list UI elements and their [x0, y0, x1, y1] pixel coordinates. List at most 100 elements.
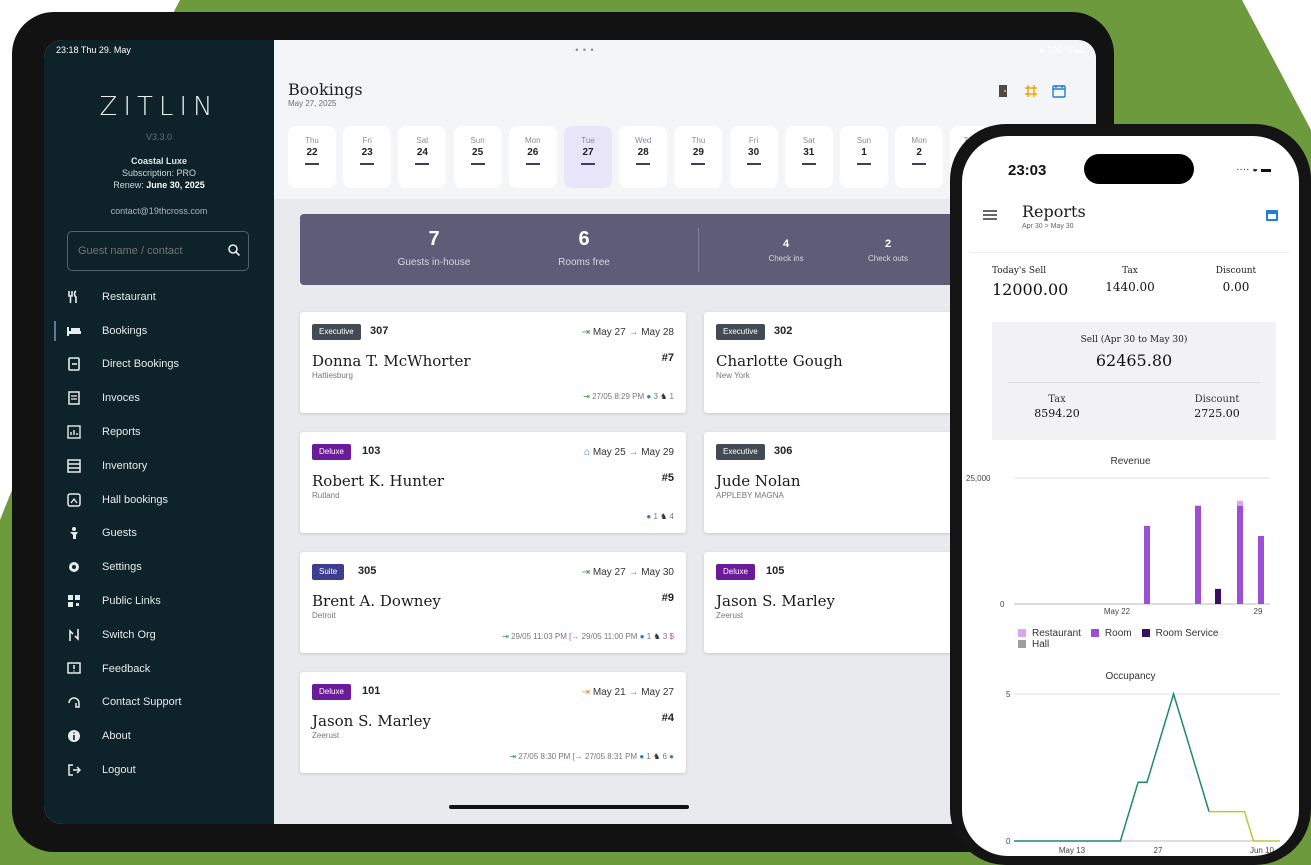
sidebar-item-label: Public Links [102, 595, 161, 608]
sidebar-item-label: Inventory [102, 459, 148, 472]
sidebar-item-public-links[interactable]: Public Links [44, 584, 274, 618]
sidebar-item-invoices[interactable]: Invoces [44, 381, 274, 415]
guests-in-house: 7 Guests in-house [374, 228, 494, 268]
sidebar-item-inventory[interactable]: Inventory [44, 449, 274, 483]
sidebar-item-settings[interactable]: Settings [44, 550, 274, 584]
sidebar-item-restaurant[interactable]: Restaurant [44, 280, 274, 314]
room-number: 105 [766, 565, 785, 577]
guest-name: Donna T. McWhorter [312, 352, 471, 370]
payment-pending-icon: $ [669, 632, 674, 641]
day-cell[interactable]: Tue 27 [564, 126, 612, 188]
day-of-week: Sun [856, 136, 872, 145]
occupancy-bar [415, 163, 430, 165]
child-count: 6 [662, 752, 667, 761]
logout-icon [66, 762, 82, 778]
day-cell[interactable]: Sun 25 [453, 126, 502, 188]
sidebar-item-about[interactable]: About [44, 719, 274, 753]
sidebar-item-reports[interactable]: Reports [44, 415, 274, 449]
sidebar-item-label: Invoces [102, 392, 140, 405]
sidebar-item-bookings[interactable]: Bookings [44, 314, 274, 348]
day-cell[interactable]: Sun 1 [840, 126, 888, 188]
day-cell[interactable]: Thu 22 [288, 126, 336, 188]
stay-dates: ⇥ May 21 → May 27 [582, 687, 674, 698]
inventory-icon [66, 458, 82, 474]
booking-meta: ⇥ 29/05 11:03 PM [→ 29/05 11:00 PM ● 1 ♞… [502, 632, 674, 641]
summary-divider [698, 228, 699, 272]
room-type-badge: Deluxe [716, 564, 755, 580]
legend-label: Room [1104, 628, 1132, 639]
day-of-week: Wed [635, 136, 652, 145]
booking-meta: ⇥ 27/05 8:29 PM ● 3 ♞ 1 [583, 392, 674, 401]
page-date: May 27, 2025 [288, 99, 337, 108]
org-contact: contact@19thcross.com [110, 206, 208, 216]
guest-city: New York [716, 371, 750, 380]
phone-device: 23:03 ···· ◒ ▬ Reports Apr 30 > May 30 T… [950, 124, 1311, 865]
sidebar-item-logout[interactable]: Logout [44, 753, 274, 787]
day-cell[interactable]: Sat 31 [784, 126, 833, 188]
room-number: 103 [362, 445, 381, 457]
room-number: 305 [358, 565, 377, 577]
direct-booking-icon [66, 356, 82, 372]
reports-title: Reports [1022, 202, 1086, 221]
calendar-icon[interactable] [1265, 208, 1279, 222]
day-cell[interactable]: Mon 2 [895, 126, 944, 188]
occupancy-bar [857, 163, 871, 165]
grid-icon[interactable] [1024, 84, 1038, 98]
guest-search-input[interactable] [67, 231, 249, 271]
calendar-icon[interactable] [1052, 84, 1066, 98]
y-tick-label: 25,000 [966, 474, 991, 483]
legend-label: Room Service [1155, 628, 1219, 639]
room-number: 101 [362, 685, 381, 697]
occupancy-bar [691, 163, 706, 165]
app-logo: ZITLIN [99, 92, 219, 122]
day-cell[interactable]: Fri 30 [729, 126, 778, 188]
adult-count: 1 [646, 752, 651, 761]
sell-total: 62465.80 [1095, 351, 1173, 370]
booking-card[interactable]: Suite 305 ⇥ May 27 → May 30 Brent A. Downey… [300, 552, 686, 653]
reports-range[interactable]: Apr 30 > May 30 [1022, 223, 1074, 230]
legend-item: Room [1090, 628, 1132, 639]
rooms-free: 6 Rooms free [524, 228, 644, 268]
today-sell-label: Today's Sell [992, 266, 1047, 276]
qr-icon [66, 593, 82, 609]
legend-item: Room Service [1141, 628, 1219, 639]
search-icon[interactable] [227, 243, 241, 257]
sidebar-item-direct-bookings[interactable]: Direct Bookings [44, 348, 274, 382]
header-actions [996, 84, 1066, 98]
utensils-icon [66, 289, 82, 305]
day-of-week: Thu [691, 136, 706, 145]
booking-card[interactable]: Deluxe 101 ⇥ May 21 → May 27 Jason S. Marle… [300, 672, 686, 773]
revenue-bar [1215, 588, 1221, 604]
to-date: May 27 [641, 687, 674, 698]
occupancy-bar [746, 163, 761, 165]
sidebar-item-switch-org[interactable]: Switch Org [44, 618, 274, 652]
day-cell[interactable]: Thu 29 [674, 126, 723, 188]
day-cell[interactable]: Mon 26 [508, 126, 557, 188]
sidebar-item-contact-support[interactable]: Contact Support [44, 686, 274, 720]
door-icon[interactable] [996, 84, 1010, 98]
hall-icon [66, 492, 82, 508]
occupancy-bar [305, 163, 319, 165]
to-date: May 30 [641, 567, 674, 578]
revenue-legend: Restaurant Room Room Service Hall [1018, 628, 1228, 650]
check-out-time: 27/05 8:31 PM [585, 752, 638, 761]
sidebar-item-hall-bookings[interactable]: Hall bookings [44, 483, 274, 517]
sidebar-item-label: Hall bookings [102, 493, 169, 506]
day-number: 24 [416, 147, 428, 158]
discount-total: Discount 2725.00 [1162, 394, 1272, 420]
check-in-time: 27/05 8:30 PM [518, 752, 571, 761]
booking-card[interactable]: Executive 307 ⇥ May 27 → May 28 Donna T. Mc… [300, 312, 686, 413]
from-date: May 27 [592, 327, 626, 338]
menu-icon[interactable] [983, 210, 997, 220]
day-cell[interactable]: Wed 28 [619, 126, 668, 188]
sidebar-item-feedback[interactable]: Feedback [44, 652, 274, 686]
day-cell[interactable]: Fri 23 [343, 126, 392, 188]
check-ins[interactable]: 4 Check ins [746, 238, 826, 263]
day-cell[interactable]: Sat 24 [398, 126, 447, 188]
booking-card[interactable]: Deluxe 103 ⌂ May 25 → May 29 Robert K. Hunt… [300, 432, 686, 533]
status-bar: 23:18 Thu 29. May • • • ● 100 % ▬ [44, 40, 1096, 58]
occupancy-bar [581, 163, 595, 165]
sidebar-item-guests[interactable]: Guests [44, 517, 274, 551]
check-outs[interactable]: 2 Check outs [848, 238, 928, 263]
arrow-icon: → [625, 687, 642, 698]
